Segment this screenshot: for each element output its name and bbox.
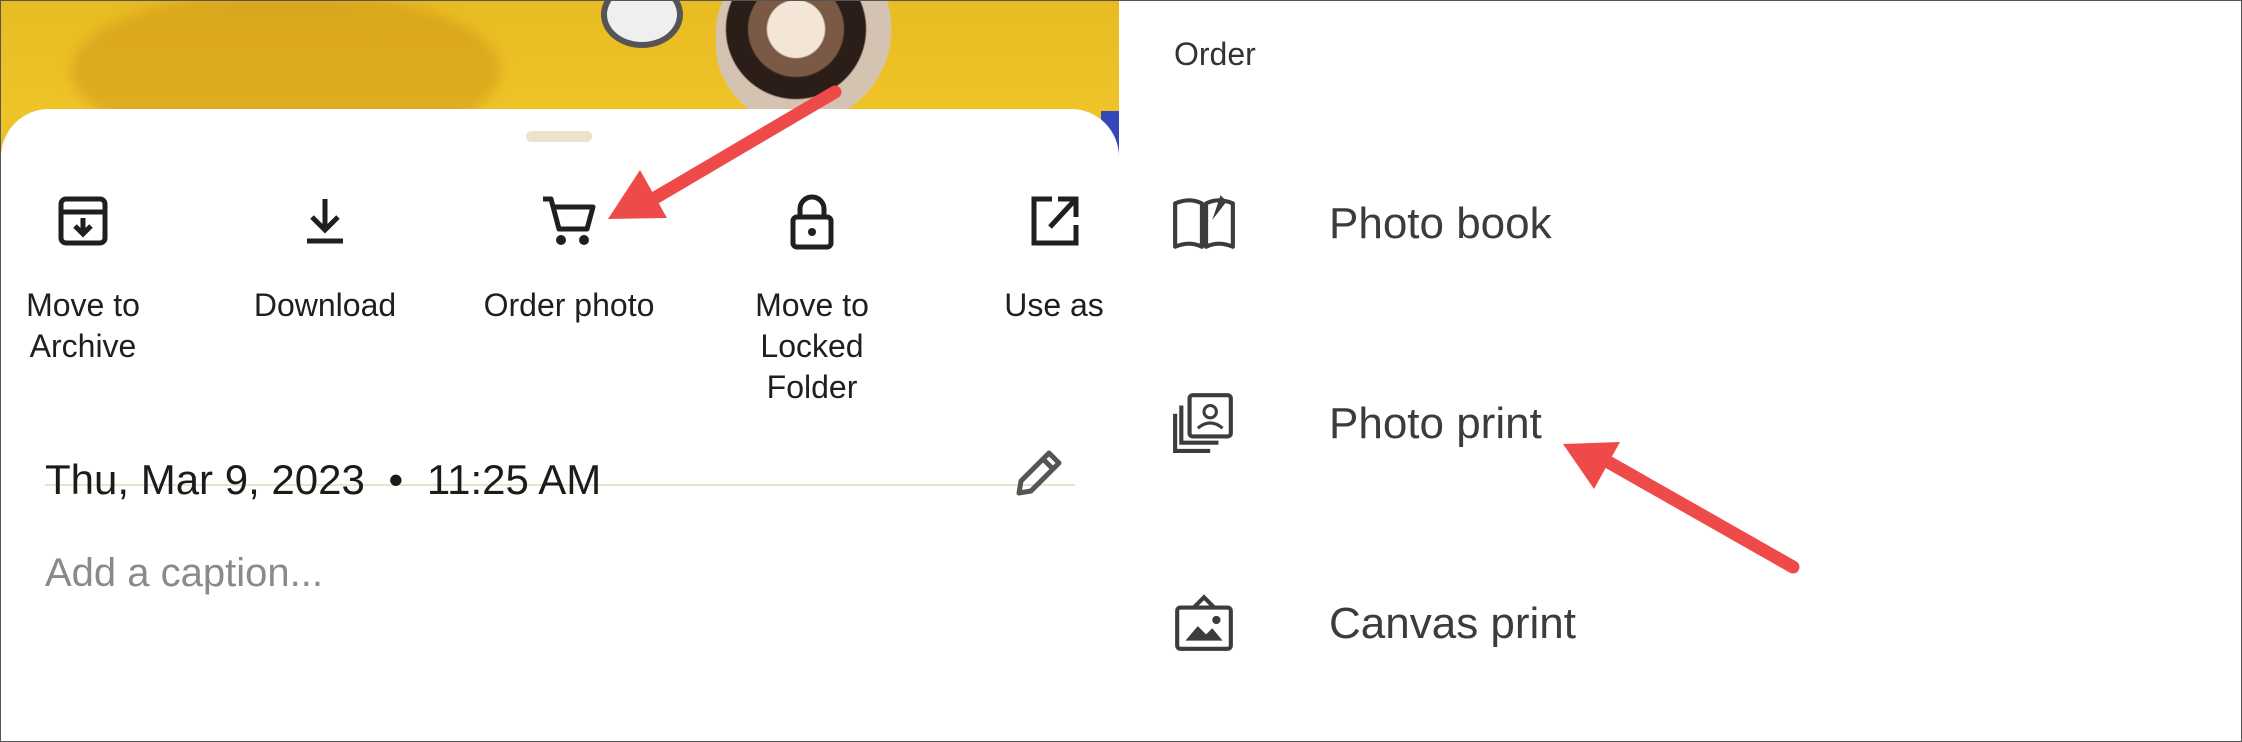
photo-time: 11:25 AM	[426, 456, 602, 503]
photo-object	[601, 1, 683, 48]
action-label: Move to Locked Folder	[755, 287, 869, 405]
move-to-locked-folder-button[interactable]: Move to Locked Folder	[712, 189, 912, 408]
lock-icon	[790, 194, 834, 250]
menu-item-photo-book[interactable]: Photo book	[1119, 171, 2241, 271]
datetime-separator: •	[388, 456, 404, 503]
download-button[interactable]: Download	[225, 189, 425, 326]
canvas-print-icon	[1175, 594, 1233, 651]
photo-datetime: Thu, Mar 9, 2023 • 11:25 AM	[45, 456, 601, 504]
action-label: Order photo	[483, 287, 655, 323]
download-icon	[307, 199, 343, 244]
action-label: Move to Archive	[26, 287, 140, 364]
archive-icon	[58, 196, 108, 246]
move-to-archive-button[interactable]: Move to Archive	[1, 189, 183, 367]
bottom-sheet: Move to Archive Download Order photo Mov…	[1, 109, 1119, 741]
photo-date: Thu, Mar 9, 2023	[45, 456, 365, 503]
use-as-button[interactable]: Use as	[954, 189, 1119, 326]
photo-detail-panel: Move to Archive Download Order photo Mov…	[1, 1, 1119, 741]
edit-pencil-icon[interactable]	[1007, 441, 1071, 505]
caption-input[interactable]: Add a caption...	[45, 551, 323, 596]
menu-item-photo-print[interactable]: Photo print	[1119, 371, 2241, 471]
drag-handle[interactable]	[526, 131, 592, 142]
menu-item-label: Photo print	[1329, 399, 1542, 448]
cart-icon	[543, 196, 596, 245]
menu-item-canvas-print[interactable]: Canvas print	[1119, 571, 2241, 671]
menu-item-label: Photo book	[1329, 199, 1552, 248]
order-title: Order	[1174, 36, 1256, 72]
action-label: Download	[253, 287, 397, 323]
photo-print-icon	[1173, 393, 1233, 453]
action-label: Use as	[1004, 287, 1104, 323]
screenshot-frame: Move to Archive Download Order photo Mov…	[0, 0, 2242, 742]
order-menu-panel: Order Photo book Photo print Canvas prin…	[1119, 1, 2241, 741]
open-external-icon	[1031, 196, 1079, 246]
menu-item-label: Canvas print	[1329, 599, 1577, 648]
book-icon	[1173, 195, 1235, 249]
order-photo-button[interactable]: Order photo	[469, 189, 669, 326]
